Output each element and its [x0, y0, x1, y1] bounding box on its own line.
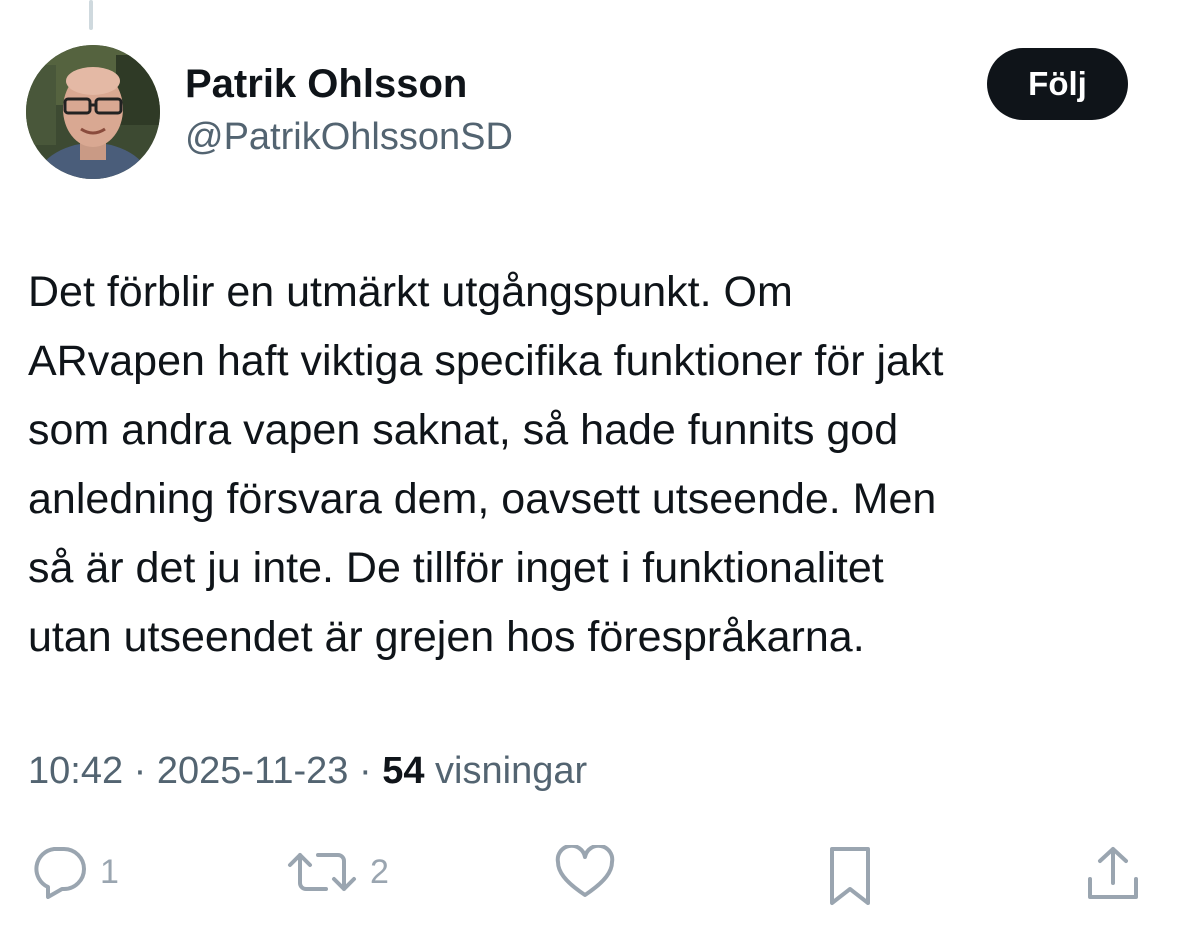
retweet-button[interactable]: 2 [286, 845, 389, 899]
tweet-text-line: anledning försvara dem, oavsett utseende… [28, 475, 937, 523]
views-count: 54 [382, 750, 425, 792]
meta-separator: · [348, 750, 383, 792]
views-label: visningar [424, 750, 588, 792]
author-name[interactable]: Patrik Ohlsson [185, 62, 467, 107]
tweet-text-line: ARvapen haft viktiga specifika funktione… [28, 337, 944, 385]
tweet-text-segment: så är det ju inte. [28, 544, 346, 592]
retweet-count: 2 [370, 852, 389, 891]
bookmark-icon [830, 847, 870, 905]
avatar-photo [26, 45, 160, 179]
heart-icon [555, 845, 615, 897]
tweet-text-line: Det förblir en utmärkt utgångspunkt. Om [28, 268, 793, 316]
retweet-icon [288, 853, 356, 891]
tweet-text-line: som andra vapen saknat, så hade funnits … [28, 406, 899, 454]
tweet-text-highlighted-line: utan utseendet är grejen hos förespråkar… [28, 613, 865, 661]
like-button[interactable] [554, 845, 616, 899]
share-button[interactable] [1086, 845, 1140, 903]
reply-icon [34, 847, 86, 899]
reply-count: 1 [100, 852, 119, 891]
tweet-text: Det förblir en utmärkt utgångspunkt. Om … [28, 258, 1158, 672]
tweet-date[interactable]: 2025-11-23 [157, 750, 349, 792]
avatar[interactable] [26, 45, 160, 179]
author-handle[interactable]: @PatrikOhlssonSD [185, 116, 513, 159]
meta-separator: · [123, 750, 157, 792]
bookmark-button[interactable] [826, 845, 874, 907]
tweet-text-line: så är det ju inte. De tillför inget i fu… [28, 534, 1158, 603]
reply-button[interactable]: 1 [30, 845, 119, 899]
tweet-meta: 10:42 · 2025-11-23 · 54 visningar [28, 750, 587, 793]
thread-connector-line [89, 0, 93, 30]
tweet-text-highlighted-segment: De tillför inget i funktionalitet [345, 544, 884, 592]
tweet-time[interactable]: 10:42 [28, 750, 123, 792]
action-bar: 1 2 [0, 845, 1179, 905]
share-icon [1088, 847, 1138, 899]
follow-button[interactable]: Följ [987, 48, 1128, 120]
